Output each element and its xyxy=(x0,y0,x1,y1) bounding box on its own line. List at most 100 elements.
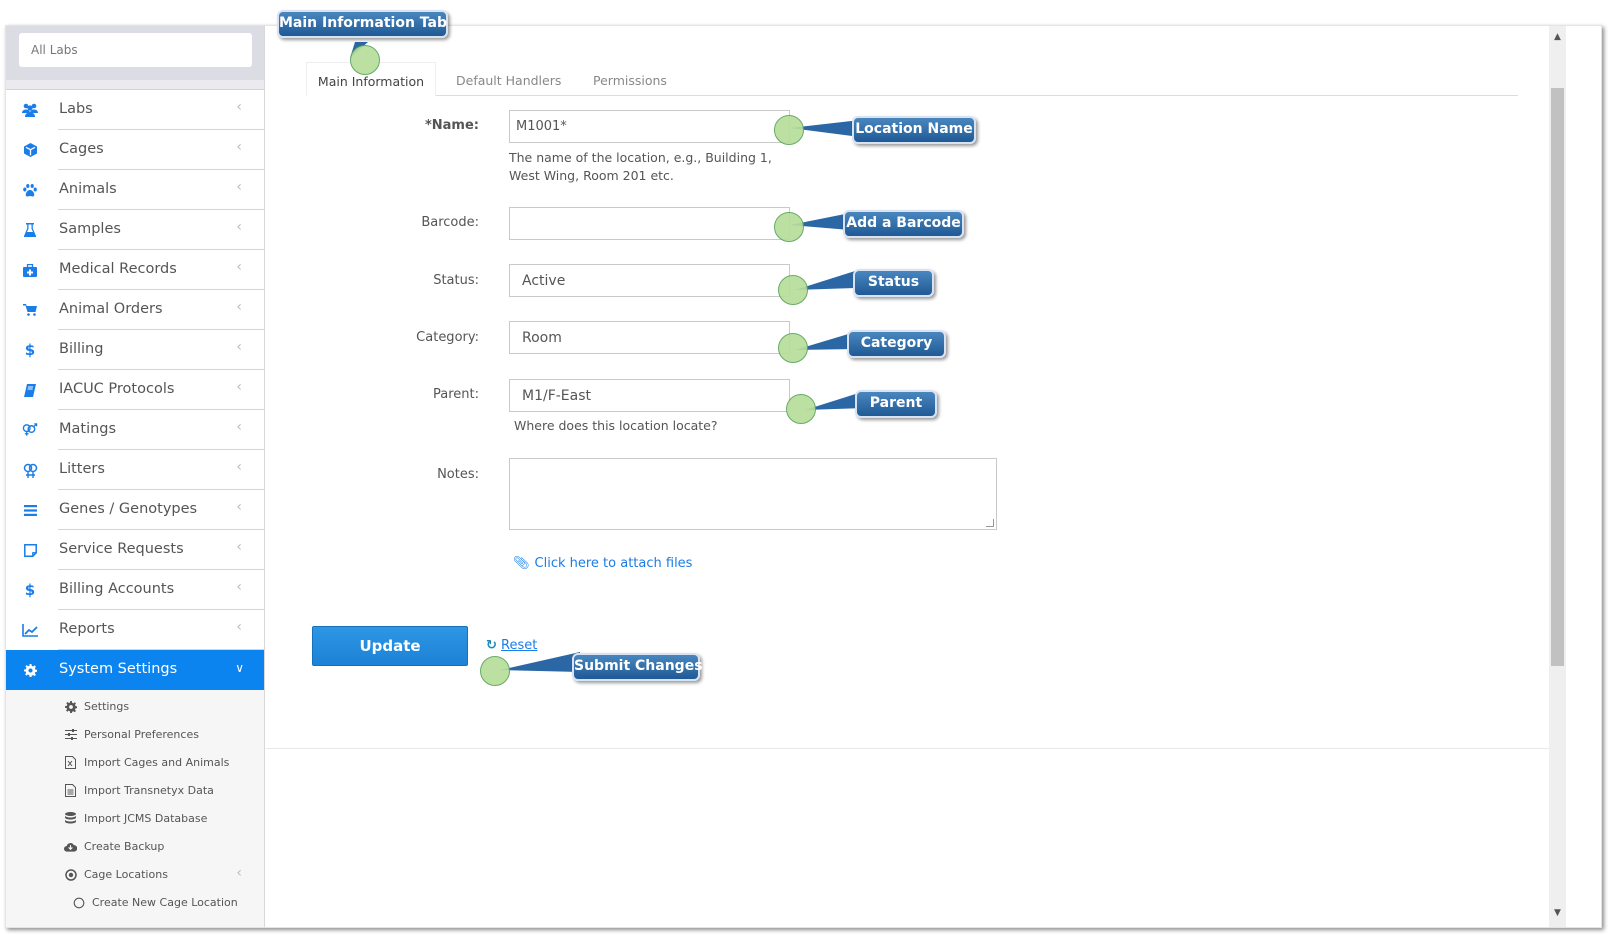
submenu-item-import-jcms-database[interactable]: Import JCMS Database xyxy=(6,805,264,833)
flask-icon xyxy=(22,222,38,238)
update-button[interactable]: Update xyxy=(312,626,468,666)
sidebar-item-system-settings[interactable]: System Settings ∨ xyxy=(6,650,264,690)
sliders-icon xyxy=(64,728,77,741)
chevron-left-icon: ‹ xyxy=(236,99,242,115)
sidebar-item-label: Animal Orders xyxy=(59,301,163,317)
bars-icon xyxy=(22,502,38,518)
callout-status: Status xyxy=(853,269,934,297)
attach-files-link[interactable]: 📎︎ Click here to attach files xyxy=(513,556,692,571)
sidebar-item-service-requests[interactable]: Service Requests ‹ xyxy=(6,530,264,570)
reset-link[interactable]: ↻ Reset xyxy=(486,638,537,653)
cart-icon xyxy=(22,302,38,318)
sidebar-item-label: Billing Accounts xyxy=(59,581,175,597)
chevron-left-icon: ‹ xyxy=(236,299,242,315)
circle-icon xyxy=(72,896,85,909)
sidebar-item-billing-accounts[interactable]: $ Billing Accounts ‹ xyxy=(6,570,264,610)
users-icon xyxy=(22,102,38,118)
sidebar-item-billing[interactable]: $ Billing ‹ xyxy=(6,330,264,370)
sidebar-item-medical-records[interactable]: Medical Records ‹ xyxy=(6,250,264,290)
sidebar-item-litters[interactable]: Litters ‹ xyxy=(6,450,264,490)
annotation-marker xyxy=(778,275,808,305)
sidebar-item-label: Animals xyxy=(59,181,117,197)
sidebar-item-reports[interactable]: Reports ‹ xyxy=(6,610,264,650)
barcode-label: Barcode: xyxy=(421,215,479,230)
chevron-left-icon: ‹ xyxy=(236,379,242,395)
sidebar-item-label: Service Requests xyxy=(59,541,184,557)
refresh-icon: ↻ xyxy=(486,638,497,653)
submenu-item-create-new-cage-location[interactable]: Create New Cage Location xyxy=(6,889,264,917)
app-window: All Labs Labs ‹ Cages ‹ Animals ‹ Sample… xyxy=(5,25,1602,928)
sidebar: All Labs Labs ‹ Cages ‹ Animals ‹ Sample… xyxy=(6,26,265,927)
lab-select[interactable]: All Labs xyxy=(19,33,252,67)
paperclip-icon: 📎︎ xyxy=(513,556,530,571)
sidebar-item-label: Samples xyxy=(59,221,121,237)
chevron-left-icon: ‹ xyxy=(236,179,242,195)
book-icon xyxy=(22,382,38,398)
divider xyxy=(266,748,1549,749)
name-label: *Name: xyxy=(424,118,479,133)
sidebar-item-animal-orders[interactable]: Animal Orders ‹ xyxy=(6,290,264,330)
scrollbar-thumb[interactable] xyxy=(1551,88,1564,666)
tab-permissions[interactable]: Permissions xyxy=(593,62,667,96)
submenu-item-personal-preferences[interactable]: Personal Preferences xyxy=(6,721,264,749)
vertical-scrollbar[interactable]: ▲ ▼ xyxy=(1549,26,1566,927)
notes-textarea[interactable] xyxy=(509,458,997,530)
sidebar-item-label: Reports xyxy=(59,621,115,637)
submenu-item-import-transnetyx-data[interactable]: Import Transnetyx Data xyxy=(6,777,264,805)
name-input[interactable]: M1001* xyxy=(509,110,790,143)
callout-add-barcode: Add a Barcode xyxy=(843,210,964,238)
tab-default-handlers[interactable]: Default Handlers xyxy=(456,62,561,96)
dot-circle-icon xyxy=(64,868,77,881)
sidebar-item-cages[interactable]: Cages ‹ xyxy=(6,130,264,170)
cloud-download-icon xyxy=(64,840,77,853)
chevron-left-icon: ‹ xyxy=(236,865,242,881)
venus-mars-icon xyxy=(22,422,38,438)
sidebar-item-animals[interactable]: Animals ‹ xyxy=(6,170,264,210)
scroll-up-arrow-icon[interactable]: ▲ xyxy=(1549,32,1566,44)
parent-label: Parent: xyxy=(433,387,479,402)
submenu-item-create-backup[interactable]: Create Backup xyxy=(6,833,264,861)
chevron-left-icon: ‹ xyxy=(236,139,242,155)
sidebar-divider xyxy=(6,80,264,90)
notes-label: Notes: xyxy=(437,467,479,482)
line-chart-icon xyxy=(22,622,38,638)
chevron-left-icon: ‹ xyxy=(236,219,242,235)
submenu-item-settings[interactable]: Settings xyxy=(6,693,264,721)
resize-handle[interactable] xyxy=(986,519,994,527)
callout-category: Category xyxy=(847,330,946,358)
barcode-input[interactable] xyxy=(509,207,790,240)
sidebar-item-iacuc-protocols[interactable]: IACUC Protocols ‹ xyxy=(6,370,264,410)
sidebar-item-matings[interactable]: Matings ‹ xyxy=(6,410,264,450)
scroll-down-arrow-icon[interactable]: ▼ xyxy=(1549,908,1566,920)
chevron-left-icon: ‹ xyxy=(236,419,242,435)
paw-icon xyxy=(22,182,38,198)
dollar-icon: $ xyxy=(24,581,36,599)
parent-help-text: Where does this location locate? xyxy=(514,418,718,433)
note-icon xyxy=(22,542,38,558)
annotation-marker xyxy=(774,115,804,145)
sidebar-item-labs[interactable]: Labs ‹ xyxy=(6,90,264,130)
cube-icon xyxy=(22,142,38,158)
sidebar-item-samples[interactable]: Samples ‹ xyxy=(6,210,264,250)
annotation-marker xyxy=(786,394,816,424)
chevron-left-icon: ‹ xyxy=(236,259,242,275)
text-file-icon xyxy=(64,784,77,797)
callout-location-name: Location Name xyxy=(852,116,976,144)
submenu-item-import-cages-and-animals[interactable]: Import Cages and Animals xyxy=(6,749,264,777)
venus-double-icon xyxy=(22,462,38,478)
chevron-left-icon: ‹ xyxy=(236,619,242,635)
tab-bar: Main Information Default Handlers Permis… xyxy=(306,62,1518,96)
status-select[interactable]: Active xyxy=(509,264,790,297)
sidebar-item-label: Genes / Genotypes xyxy=(59,501,198,517)
chevron-left-icon: ‹ xyxy=(236,459,242,475)
gear-icon xyxy=(22,662,38,678)
attach-files-label: Click here to attach files xyxy=(534,556,693,571)
submenu-item-cage-locations[interactable]: Cage Locations ‹ xyxy=(6,861,264,889)
medkit-icon xyxy=(22,262,38,278)
category-select[interactable]: Room xyxy=(509,321,790,354)
parent-select[interactable]: M1/F-East xyxy=(509,379,790,412)
name-help-text: The name of the location, e.g., Building… xyxy=(509,150,772,183)
sidebar-item-genes-genotypes[interactable]: Genes / Genotypes ‹ xyxy=(6,490,264,530)
submenu-item-label: Settings xyxy=(84,700,130,713)
reset-label: Reset xyxy=(501,638,538,653)
